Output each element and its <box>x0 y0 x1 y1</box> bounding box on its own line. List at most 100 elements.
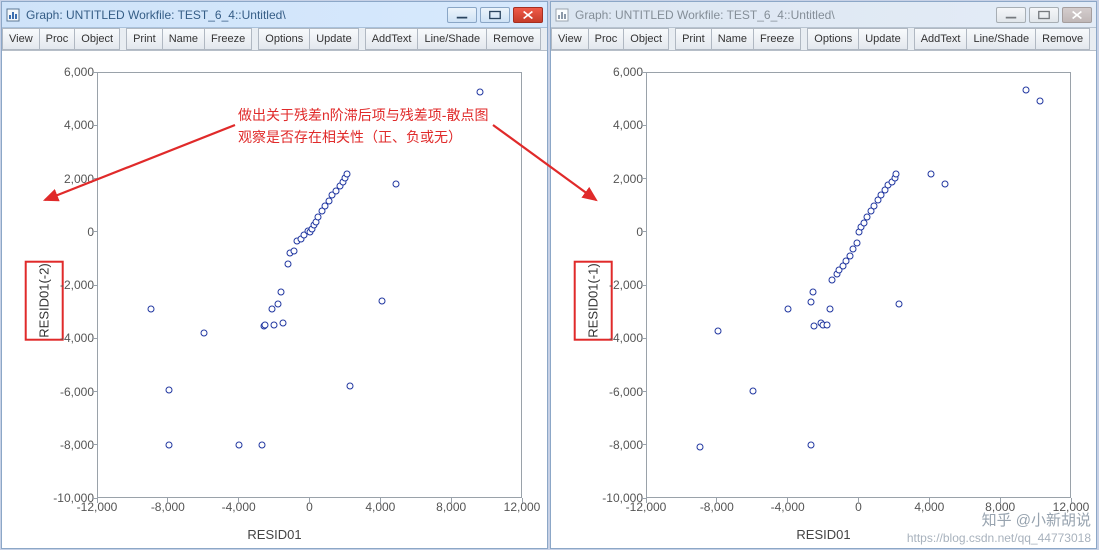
data-point <box>165 442 172 449</box>
data-point <box>200 329 207 336</box>
title-bar: Graph: UNTITLED Workfile: TEST_6_4::Unti… <box>551 2 1096 28</box>
minimize-button[interactable] <box>447 7 477 23</box>
y-tick-label: -8,000 <box>60 438 94 452</box>
data-point <box>165 386 172 393</box>
maximize-button[interactable] <box>480 7 510 23</box>
window-title: Graph: UNTITLED Workfile: TEST_6_4::Unti… <box>575 8 996 22</box>
toolbar-object[interactable]: Object <box>75 28 120 50</box>
data-point <box>823 321 830 328</box>
data-point <box>280 320 287 327</box>
data-point <box>290 247 297 254</box>
toolbar-view[interactable]: View <box>2 28 40 50</box>
data-point <box>927 170 934 177</box>
y-tick-label: -4,000 <box>60 331 94 345</box>
data-point <box>827 305 834 312</box>
data-point <box>811 323 818 330</box>
toolbar: View Proc Object Print Name Freeze Optio… <box>2 28 547 51</box>
data-point <box>477 88 484 95</box>
toolbar-addtext[interactable]: AddText <box>365 28 419 50</box>
y-tick-label: 2,000 <box>64 172 94 186</box>
y-tick-label: 4,000 <box>613 118 643 132</box>
toolbar: View Proc Object Print Name Freeze Optio… <box>551 28 1096 51</box>
y-tick-label: 6,000 <box>613 65 643 79</box>
y-tick-label: -4,000 <box>609 331 643 345</box>
data-point <box>271 321 278 328</box>
toolbar-update[interactable]: Update <box>310 28 358 50</box>
data-point <box>853 239 860 246</box>
y-tick-label: -2,000 <box>609 278 643 292</box>
graph-window-right: Graph: UNTITLED Workfile: TEST_6_4::Unti… <box>550 1 1097 549</box>
data-point <box>714 328 721 335</box>
close-button[interactable] <box>513 7 543 23</box>
close-button[interactable] <box>1062 7 1092 23</box>
data-point <box>1022 87 1029 94</box>
minimize-button[interactable] <box>996 7 1026 23</box>
data-point <box>274 300 281 307</box>
y-tick-label: -6,000 <box>609 385 643 399</box>
toolbar-options[interactable]: Options <box>807 28 859 50</box>
data-point <box>896 300 903 307</box>
y-axis-label-text: RESID01(-1) <box>574 260 613 340</box>
y-tick-label: -2,000 <box>60 278 94 292</box>
data-point <box>807 442 814 449</box>
data-point <box>343 170 350 177</box>
graph-icon <box>6 8 20 22</box>
data-point <box>258 442 265 449</box>
toolbar-freeze[interactable]: Freeze <box>205 28 252 50</box>
toolbar-object[interactable]: Object <box>624 28 669 50</box>
data-point <box>1037 97 1044 104</box>
annotation-text: 做出关于残差n阶滞后项与残差项-散点图 观察是否存在相关性（正、负或无） <box>238 105 488 148</box>
data-point <box>696 443 703 450</box>
toolbar-name[interactable]: Name <box>712 28 754 50</box>
toolbar-update[interactable]: Update <box>859 28 907 50</box>
chart-area: RESID01(-1) RESID01 6,0004,0002,0000-2,0… <box>551 52 1096 548</box>
data-point <box>785 305 792 312</box>
toolbar-lineshade[interactable]: Line/Shade <box>967 28 1036 50</box>
scatter-plot <box>646 72 1071 498</box>
data-point <box>315 214 322 221</box>
x-axis-label: RESID01 <box>551 527 1096 542</box>
data-point <box>378 297 385 304</box>
data-point <box>147 305 154 312</box>
toolbar-print[interactable]: Print <box>675 28 712 50</box>
window-controls <box>996 7 1092 23</box>
data-point <box>347 382 354 389</box>
toolbar-remove[interactable]: Remove <box>487 28 541 50</box>
y-tick-label: 4,000 <box>64 118 94 132</box>
graph-icon <box>555 8 569 22</box>
x-axis-label: RESID01 <box>2 527 547 542</box>
data-point <box>893 170 900 177</box>
data-point <box>392 181 399 188</box>
y-tick-label: -6,000 <box>60 385 94 399</box>
data-point <box>285 260 292 267</box>
y-tick-label: -8,000 <box>609 438 643 452</box>
data-point <box>749 388 756 395</box>
title-bar: Graph: UNTITLED Workfile: TEST_6_4::Unti… <box>2 2 547 28</box>
data-point <box>236 442 243 449</box>
toolbar-options[interactable]: Options <box>258 28 310 50</box>
window-title: Graph: UNTITLED Workfile: TEST_6_4::Unti… <box>26 8 447 22</box>
toolbar-print[interactable]: Print <box>126 28 163 50</box>
toolbar-proc[interactable]: Proc <box>40 28 76 50</box>
toolbar-name[interactable]: Name <box>163 28 205 50</box>
data-point <box>278 288 285 295</box>
toolbar-addtext[interactable]: AddText <box>914 28 968 50</box>
data-point <box>262 321 269 328</box>
toolbar-lineshade[interactable]: Line/Shade <box>418 28 487 50</box>
data-point <box>807 299 814 306</box>
data-point <box>809 288 816 295</box>
y-tick-label: 2,000 <box>613 172 643 186</box>
maximize-button[interactable] <box>1029 7 1059 23</box>
graph-window-left: Graph: UNTITLED Workfile: TEST_6_4::Unti… <box>1 1 548 549</box>
toolbar-proc[interactable]: Proc <box>589 28 625 50</box>
toolbar-remove[interactable]: Remove <box>1036 28 1090 50</box>
data-point <box>941 181 948 188</box>
toolbar-view[interactable]: View <box>551 28 589 50</box>
data-point <box>850 246 857 253</box>
y-axis-label-text: RESID01(-2) <box>25 260 64 340</box>
toolbar-freeze[interactable]: Freeze <box>754 28 801 50</box>
data-point <box>864 214 871 221</box>
y-tick-label: 6,000 <box>64 65 94 79</box>
annotation-line-1: 做出关于残差n阶滞后项与残差项-散点图 <box>238 107 488 123</box>
annotation-line-2: 观察是否存在相关性（正、负或无） <box>238 129 462 145</box>
